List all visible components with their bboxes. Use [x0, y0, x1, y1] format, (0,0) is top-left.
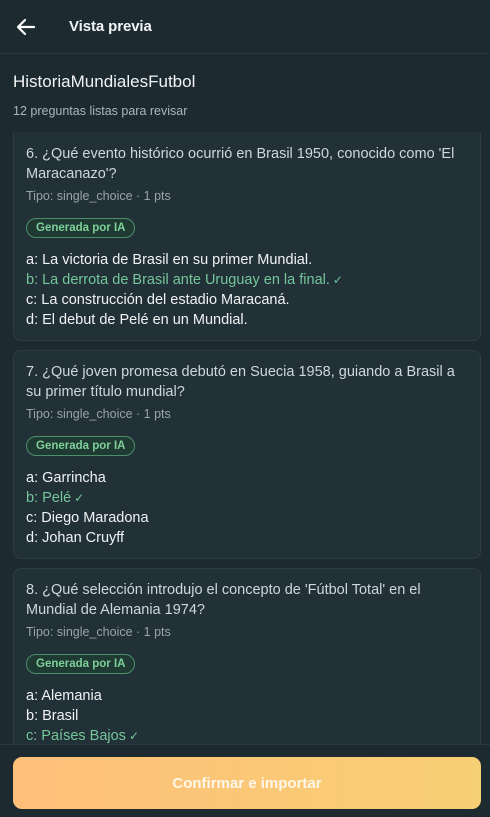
answer-option-label: c: La construcción del estadio Maracaná.	[26, 292, 290, 308]
question-text: 6. ¿Qué evento histórico ocurrió en Bras…	[26, 146, 455, 182]
answer-option-correct: b: Pelé ✓	[26, 488, 468, 508]
ai-generated-badge: Generada por IA	[26, 218, 136, 238]
question-meta: Tipo: single_choice · 1 pts	[26, 625, 171, 639]
checkmark-icon: ✓	[128, 729, 139, 743]
question-card[interactable]: 8. ¿Qué selección introdujo el concepto …	[13, 568, 481, 744]
answer-option-label: a: Alemania	[26, 688, 102, 704]
back-button[interactable]	[13, 14, 39, 40]
answer-options: a: Alemaniab: Brasilc: Países Bajos✓d: A…	[26, 686, 468, 744]
question-text: 7. ¿Qué joven promesa debutó en Suecia 1…	[26, 364, 455, 400]
answer-option-label: d: El debut de Pelé en un Mundial.	[26, 312, 248, 328]
answer-option: a: Garrincha	[26, 468, 468, 488]
answer-option-label: c: Países Bajos	[26, 728, 126, 744]
confirm-import-button[interactable]: Confirmar e importar	[13, 757, 481, 809]
footer-bar: Confirmar e importar	[0, 744, 490, 817]
questions-scroll-area[interactable]: 6. ¿Qué evento histórico ocurrió en Bras…	[0, 132, 490, 744]
answer-option: c: La construcción del estadio Maracaná.	[26, 290, 468, 310]
question-text: 8. ¿Qué selección introdujo el concepto …	[26, 582, 421, 618]
answer-option-label: b: La derrota de Brasil ante Uruguay en …	[26, 272, 330, 288]
preview-screen: Vista previa HistoriaMundialesFutbol 12 …	[0, 0, 490, 817]
quiz-title: HistoriaMundialesFutbol	[13, 72, 196, 91]
answer-option: a: Alemania	[26, 686, 468, 706]
ai-generated-badge: Generada por IA	[26, 436, 136, 456]
checkmark-icon: ✓	[332, 273, 343, 287]
quiz-subtitle: 12 preguntas listas para revisar	[13, 104, 188, 118]
quiz-header: HistoriaMundialesFutbol 12 preguntas lis…	[13, 72, 477, 118]
question-card[interactable]: 6. ¿Qué evento histórico ocurrió en Bras…	[13, 132, 481, 341]
answer-options: a: La victoria de Brasil en su primer Mu…	[26, 250, 468, 330]
page-title: Vista previa	[69, 18, 152, 35]
checkmark-icon: ✓	[74, 491, 85, 505]
question-meta: Tipo: single_choice · 1 pts	[26, 407, 171, 421]
answer-option-label: c: Diego Maradona	[26, 510, 149, 526]
answer-options: a: Garrincha b: Pelé ✓ c: Diego Maradona d: …	[26, 468, 468, 548]
question-card[interactable]: 7. ¿Qué joven promesa debutó en Suecia 1…	[13, 350, 481, 559]
question-meta: Tipo: single_choice · 1 pts	[26, 189, 171, 203]
answer-option: c: Diego Maradona	[26, 508, 468, 528]
question-list: 6. ¿Qué evento histórico ocurrió en Bras…	[13, 132, 481, 744]
answer-option-label: b: Pelé	[26, 490, 72, 506]
ai-generated-badge: Generada por IA	[26, 654, 136, 674]
arrow-left-icon	[16, 18, 36, 36]
answer-option: d: Johan Cruyff	[26, 528, 468, 548]
answer-option-correct: b: La derrota de Brasil ante Uruguay en …	[26, 270, 468, 290]
answer-option: d: El debut de Pelé en un Mundial.	[26, 310, 468, 330]
answer-option-label: b: Brasil	[26, 708, 79, 724]
answer-option-label: a: Garrincha	[26, 470, 106, 486]
answer-option: a: La victoria de Brasil en su primer Mu…	[26, 250, 468, 270]
answer-option: b: Brasil	[26, 706, 468, 726]
answer-option-label: a: La victoria de Brasil en su primer Mu…	[26, 252, 313, 268]
answer-option-label: d: Johan Cruyff	[26, 530, 125, 546]
top-bar: Vista previa	[0, 0, 490, 54]
answer-option-correct: c: Países Bajos ✓	[26, 726, 468, 744]
